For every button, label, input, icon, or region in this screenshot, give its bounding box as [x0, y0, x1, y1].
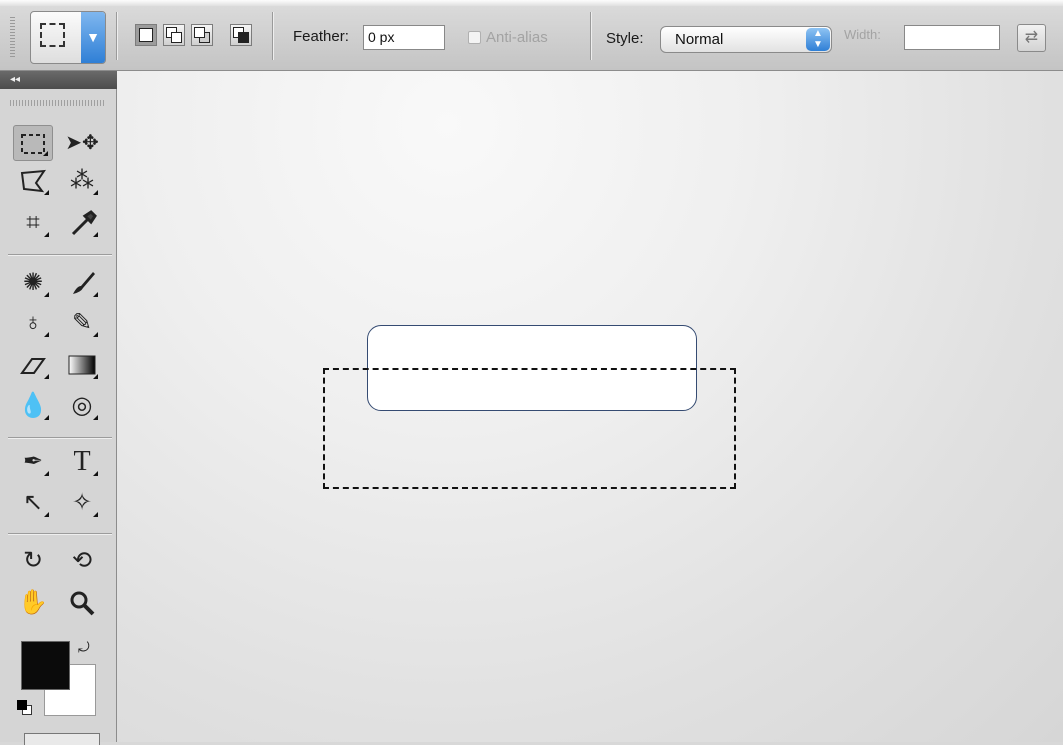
style-label: Style: [606, 30, 644, 47]
separator [8, 254, 112, 256]
gradient-tool[interactable] [62, 347, 102, 383]
magic-wand-tool[interactable]: ⁂ [62, 163, 102, 199]
document-canvas[interactable] [117, 71, 1063, 742]
swap-colors-icon[interactable]: ⤾ [78, 639, 90, 656]
collapse-icon[interactable]: ◂◂ [10, 74, 20, 85]
lasso-icon [20, 169, 46, 193]
rectangular-marquee-tool[interactable] [13, 125, 53, 161]
3d-rotate-tool[interactable]: ↻ [13, 543, 53, 579]
pen-icon: ✒ [22, 448, 44, 475]
blur-tool[interactable]: 💧 [13, 388, 53, 424]
foreground-color-swatch[interactable] [21, 641, 70, 690]
tools-panel-header[interactable]: ◂◂ [0, 71, 117, 89]
tools-panel-grip[interactable] [10, 100, 106, 106]
magic-wand-icon: ⁂ [70, 167, 94, 194]
separator [8, 533, 112, 535]
separator [272, 12, 274, 60]
menu-bar-edge [0, 0, 1063, 6]
hand-tool[interactable]: ✋ [13, 585, 53, 621]
lasso-tool[interactable] [13, 163, 53, 199]
separator [590, 12, 592, 60]
anti-alias-checkbox[interactable] [468, 31, 481, 44]
options-bar-grip[interactable] [10, 17, 15, 57]
history-brush-tool[interactable]: ✎ [62, 305, 102, 341]
type-icon: T [73, 446, 91, 477]
spot-healing-tool[interactable]: ✺ [13, 265, 53, 301]
swap-arrows-icon: ⇄ [1024, 29, 1039, 46]
style-select[interactable]: Normal ▲ ▼ [660, 26, 832, 53]
new-selection-icon [139, 28, 153, 42]
move-icon: ➤✥ [65, 132, 99, 154]
clone-stamp-tool[interactable]: ♁ [13, 305, 53, 341]
eyedropper-icon [71, 210, 97, 236]
subtract-from-selection-button[interactable] [191, 24, 213, 46]
brush-tool[interactable] [62, 265, 102, 301]
spot-healing-icon: ✺ [22, 269, 44, 296]
type-tool[interactable]: T [62, 444, 102, 480]
eraser-icon [20, 358, 46, 374]
path-selection-tool[interactable]: ↖ [13, 485, 53, 521]
eyedropper-tool[interactable] [62, 205, 102, 241]
gradient-icon [68, 355, 96, 375]
rectangular-marquee-icon [40, 23, 65, 47]
width-label: Width: [844, 27, 881, 42]
crop-tool[interactable]: ⌗ [13, 205, 53, 241]
options-bar: ▼ Feather: 0 px Anti-alias Style: Normal… [0, 0, 1063, 71]
pen-tool[interactable]: ✒ [13, 444, 53, 480]
3d-rotate-icon: ↻ [22, 547, 44, 574]
dropdown-arrow-icon[interactable]: ▼ [81, 12, 105, 63]
zoom-icon [70, 591, 95, 616]
path-selection-icon: ↖ [22, 489, 44, 516]
new-selection-button[interactable] [135, 24, 157, 46]
separator [116, 12, 118, 60]
tool-preset-picker[interactable]: ▼ [30, 11, 106, 64]
hand-icon: ✋ [18, 589, 48, 616]
default-colors-icon[interactable] [17, 700, 33, 716]
quick-mask-button[interactable] [24, 733, 100, 745]
dodge-icon: ◎ [71, 392, 93, 419]
style-select-value: Normal [675, 31, 724, 48]
zoom-tool[interactable] [62, 585, 102, 621]
select-stepper-icon: ▲ ▼ [806, 28, 830, 51]
rectangular-marquee-icon [21, 134, 45, 154]
eraser-tool[interactable] [13, 347, 53, 383]
history-brush-icon: ✎ [71, 309, 93, 336]
crop-icon: ⌗ [26, 209, 40, 236]
separator [8, 437, 112, 439]
brush-icon [73, 272, 95, 294]
3d-orbit-tool[interactable]: ⟲ [62, 543, 102, 579]
intersect-with-selection-button[interactable] [230, 24, 252, 46]
dodge-tool[interactable]: ◎ [62, 388, 102, 424]
add-to-selection-button[interactable] [163, 24, 185, 46]
move-tool[interactable]: ➤✥ [62, 125, 102, 161]
custom-shape-tool[interactable]: ✧ [62, 485, 102, 521]
clone-stamp-icon: ♁ [24, 309, 42, 336]
blur-icon: 💧 [18, 392, 48, 419]
swap-width-height-button[interactable]: ⇄ [1017, 24, 1046, 52]
anti-alias-label: Anti-alias [486, 29, 548, 46]
rotate-view-icon: ⟲ [71, 547, 93, 574]
feather-label: Feather: [293, 28, 349, 45]
width-input[interactable] [904, 25, 1000, 50]
selection-marquee[interactable] [323, 368, 736, 489]
feather-input[interactable]: 0 px [363, 25, 445, 50]
custom-shape-icon: ✧ [71, 489, 93, 516]
